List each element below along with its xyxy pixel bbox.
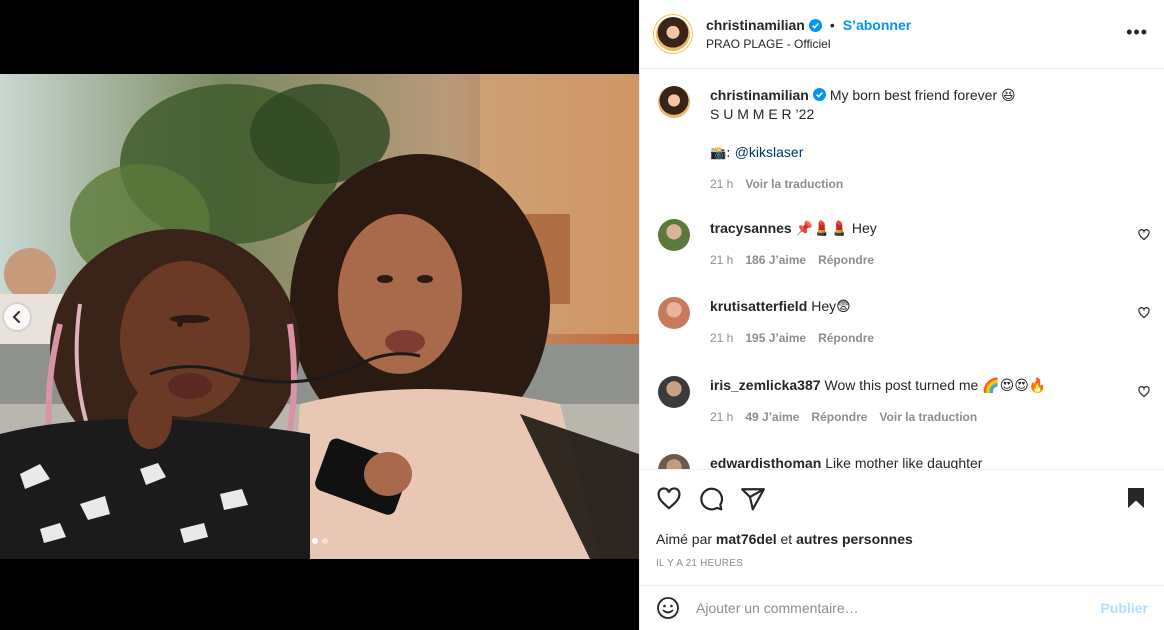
comment-item: iris_zemlicka387 Wow this post turned me … xyxy=(658,376,1150,424)
carousel-dot-active xyxy=(311,538,318,544)
smiley-icon[interactable] xyxy=(656,596,680,620)
comment-item: krutisatterfield Hey😨 21 h 195 J’aime Rép… xyxy=(658,297,1150,345)
liked-by-mid: et xyxy=(776,531,797,547)
caption-line-2: S U M M E R ’22 xyxy=(710,106,815,122)
comment-time[interactable]: 21 h xyxy=(710,331,733,345)
verified-badge-icon xyxy=(808,18,822,32)
post-media xyxy=(0,0,639,630)
commenter-avatar[interactable] xyxy=(658,297,690,329)
comment-item: tracysannes 📌💄💄 Hey 21 h 186 J’aime Répon… xyxy=(658,219,1150,267)
caption-avatar[interactable] xyxy=(658,86,690,118)
comment-composer: Publier xyxy=(640,585,1164,630)
caption-time[interactable]: 21 h xyxy=(710,177,733,191)
commenter-avatar[interactable] xyxy=(658,376,690,408)
comment-time[interactable]: 21 h xyxy=(710,410,733,424)
comment-text: 📌💄💄 Hey xyxy=(795,220,877,236)
like-comment-icon[interactable] xyxy=(1138,229,1150,241)
verified-badge-icon xyxy=(812,88,826,101)
liked-by-others-link[interactable]: autres personnes xyxy=(796,531,913,547)
chevron-left-icon xyxy=(12,311,20,323)
comment-username[interactable]: iris_zemlicka387 xyxy=(710,377,821,393)
save-bookmark-button[interactable] xyxy=(1124,486,1148,510)
likes-summary: Aimé par mat76del et autres personnes xyxy=(656,531,913,547)
liked-by-prefix: Aimé par xyxy=(656,531,716,547)
comment-username[interactable]: krutisatterfield xyxy=(710,298,807,314)
carousel-prev-button[interactable] xyxy=(4,304,30,330)
carousel-dot xyxy=(321,538,328,544)
share-send-icon[interactable] xyxy=(740,486,766,512)
post-photo[interactable] xyxy=(0,74,639,559)
comment-likes[interactable]: 195 J’aime xyxy=(745,331,806,345)
like-comment-icon[interactable] xyxy=(1138,307,1150,319)
comment-reply-button[interactable]: Répondre xyxy=(811,410,867,424)
comment-reply-button[interactable]: Répondre xyxy=(818,253,874,267)
post-timestamp[interactable]: IL Y A 21 HEURES xyxy=(656,558,743,569)
author-avatar[interactable] xyxy=(656,17,690,51)
comment-translate-link[interactable]: Voir la traduction xyxy=(879,410,977,424)
publish-button[interactable]: Publier xyxy=(1101,600,1148,616)
comment-likes[interactable]: 186 J’aime xyxy=(745,253,806,267)
comment-text: Like mother like daughter xyxy=(825,455,983,469)
caption-translate-link[interactable]: Voir la traduction xyxy=(745,177,843,191)
comment-time[interactable]: 21 h xyxy=(710,253,733,267)
comment-text: Hey😨 xyxy=(811,298,851,314)
comments-list[interactable]: christinamilian My born best friend forev… xyxy=(640,69,1164,469)
more-options-button[interactable]: ••• xyxy=(1126,22,1148,43)
post-actions: Aimé par mat76del et autres personnes IL… xyxy=(640,469,1164,585)
follow-button[interactable]: S’abonner xyxy=(843,17,911,33)
carousel-indicator xyxy=(0,538,639,544)
comment-bubble-icon[interactable] xyxy=(698,486,724,512)
commenter-avatar[interactable] xyxy=(658,219,690,251)
instagram-post-modal: christinamilian • S’abonner PRAO PLAGE -… xyxy=(0,0,1164,630)
comment-item: edwardisthoman Like mother like daughter xyxy=(658,454,1150,469)
caption-mention-link[interactable]: @kikslaser xyxy=(735,144,804,160)
author-meta: christinamilian • S’abonner PRAO PLAGE -… xyxy=(706,17,911,51)
comment-username[interactable]: edwardisthoman xyxy=(710,455,821,469)
comment-likes[interactable]: 49 J’aime xyxy=(745,410,799,424)
like-comment-icon[interactable] xyxy=(1138,386,1150,398)
comment-text: Wow this post turned me 🌈😍😍🔥 xyxy=(824,377,1047,393)
like-heart-icon[interactable] xyxy=(656,486,682,512)
liked-by-user-link[interactable]: mat76del xyxy=(716,531,777,547)
comment-username[interactable]: tracysannes xyxy=(710,220,792,236)
bookmark-icon xyxy=(1128,488,1144,508)
post-header: christinamilian • S’abonner PRAO PLAGE -… xyxy=(640,0,1164,69)
post-side-panel: christinamilian • S’abonner PRAO PLAGE -… xyxy=(639,0,1164,630)
post-caption: christinamilian My born best friend forev… xyxy=(658,86,1150,191)
caption-username[interactable]: christinamilian xyxy=(710,87,809,103)
photo-illustration xyxy=(0,74,639,559)
caption-credit-prefix: 📸: xyxy=(710,146,735,161)
author-username[interactable]: christinamilian xyxy=(706,17,805,33)
comment-input[interactable] xyxy=(696,600,1101,616)
caption-line-1: My born best friend forever 😆 xyxy=(829,87,1016,103)
comment-reply-button[interactable]: Répondre xyxy=(818,331,874,345)
commenter-avatar[interactable] xyxy=(658,454,690,469)
post-location[interactable]: PRAO PLAGE - Officiel xyxy=(706,37,911,51)
separator-bullet: • xyxy=(829,17,835,33)
